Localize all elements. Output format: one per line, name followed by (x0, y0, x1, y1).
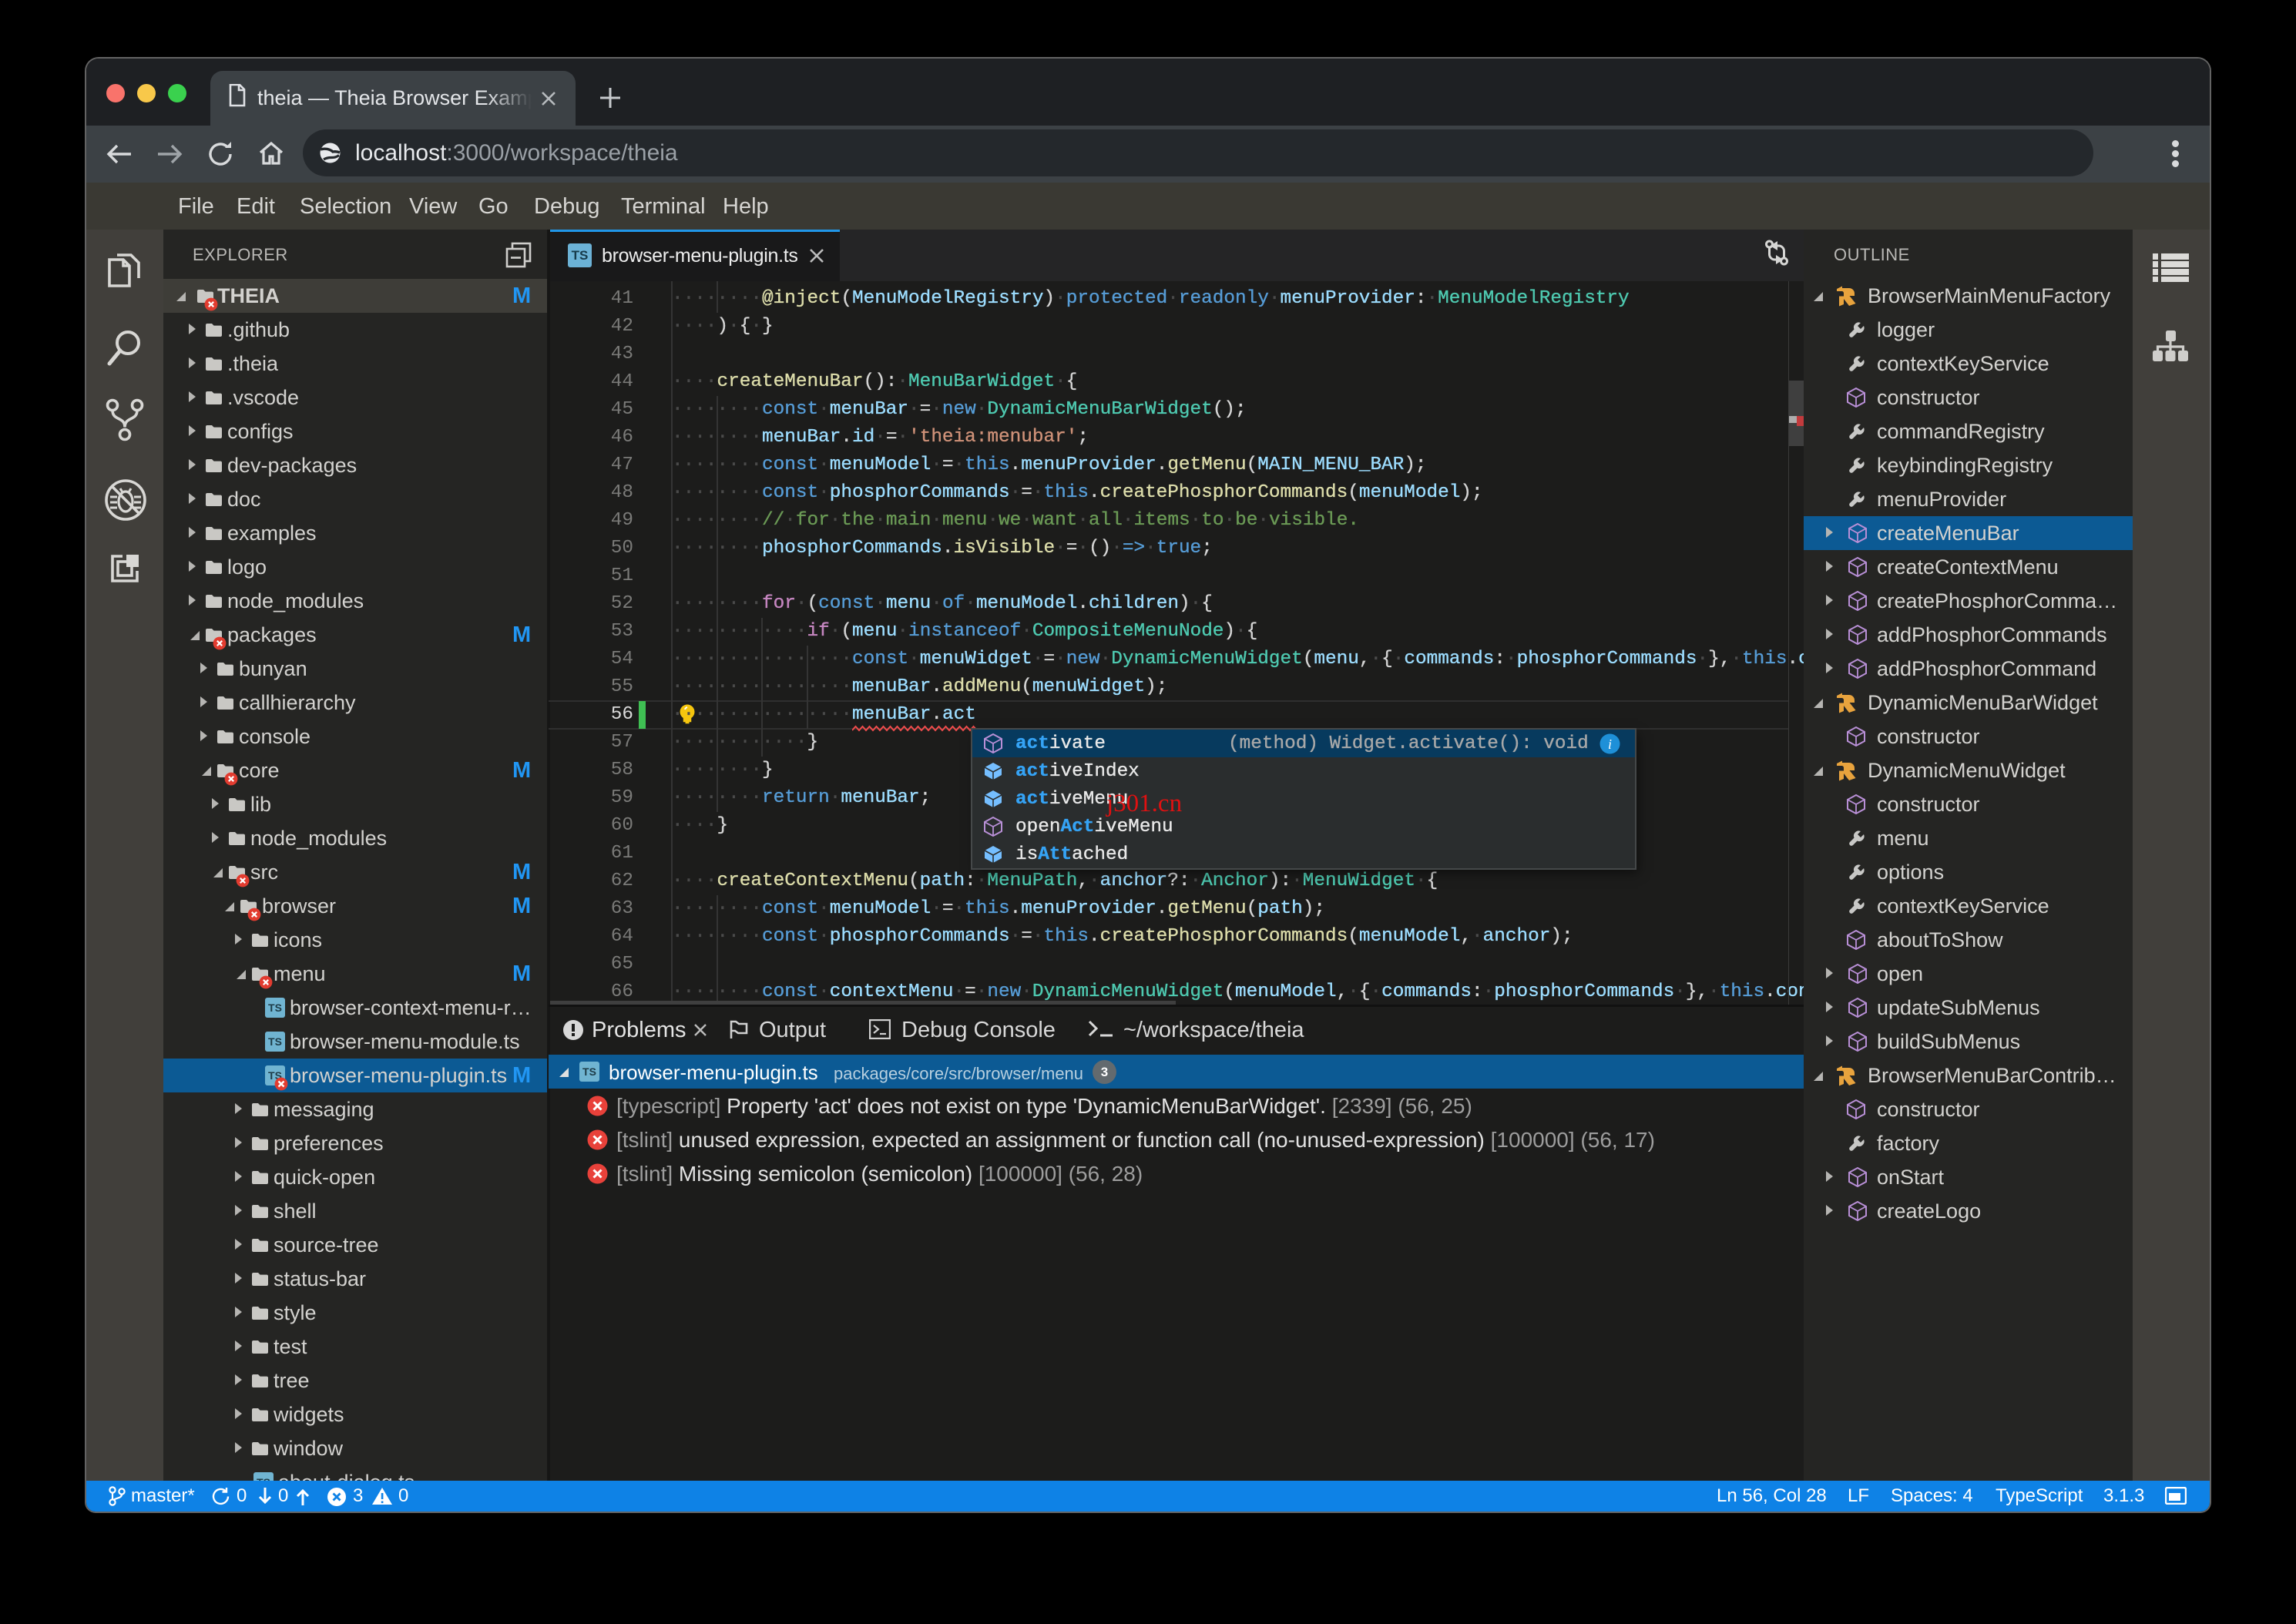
svg-text:i: i (1608, 737, 1612, 752)
